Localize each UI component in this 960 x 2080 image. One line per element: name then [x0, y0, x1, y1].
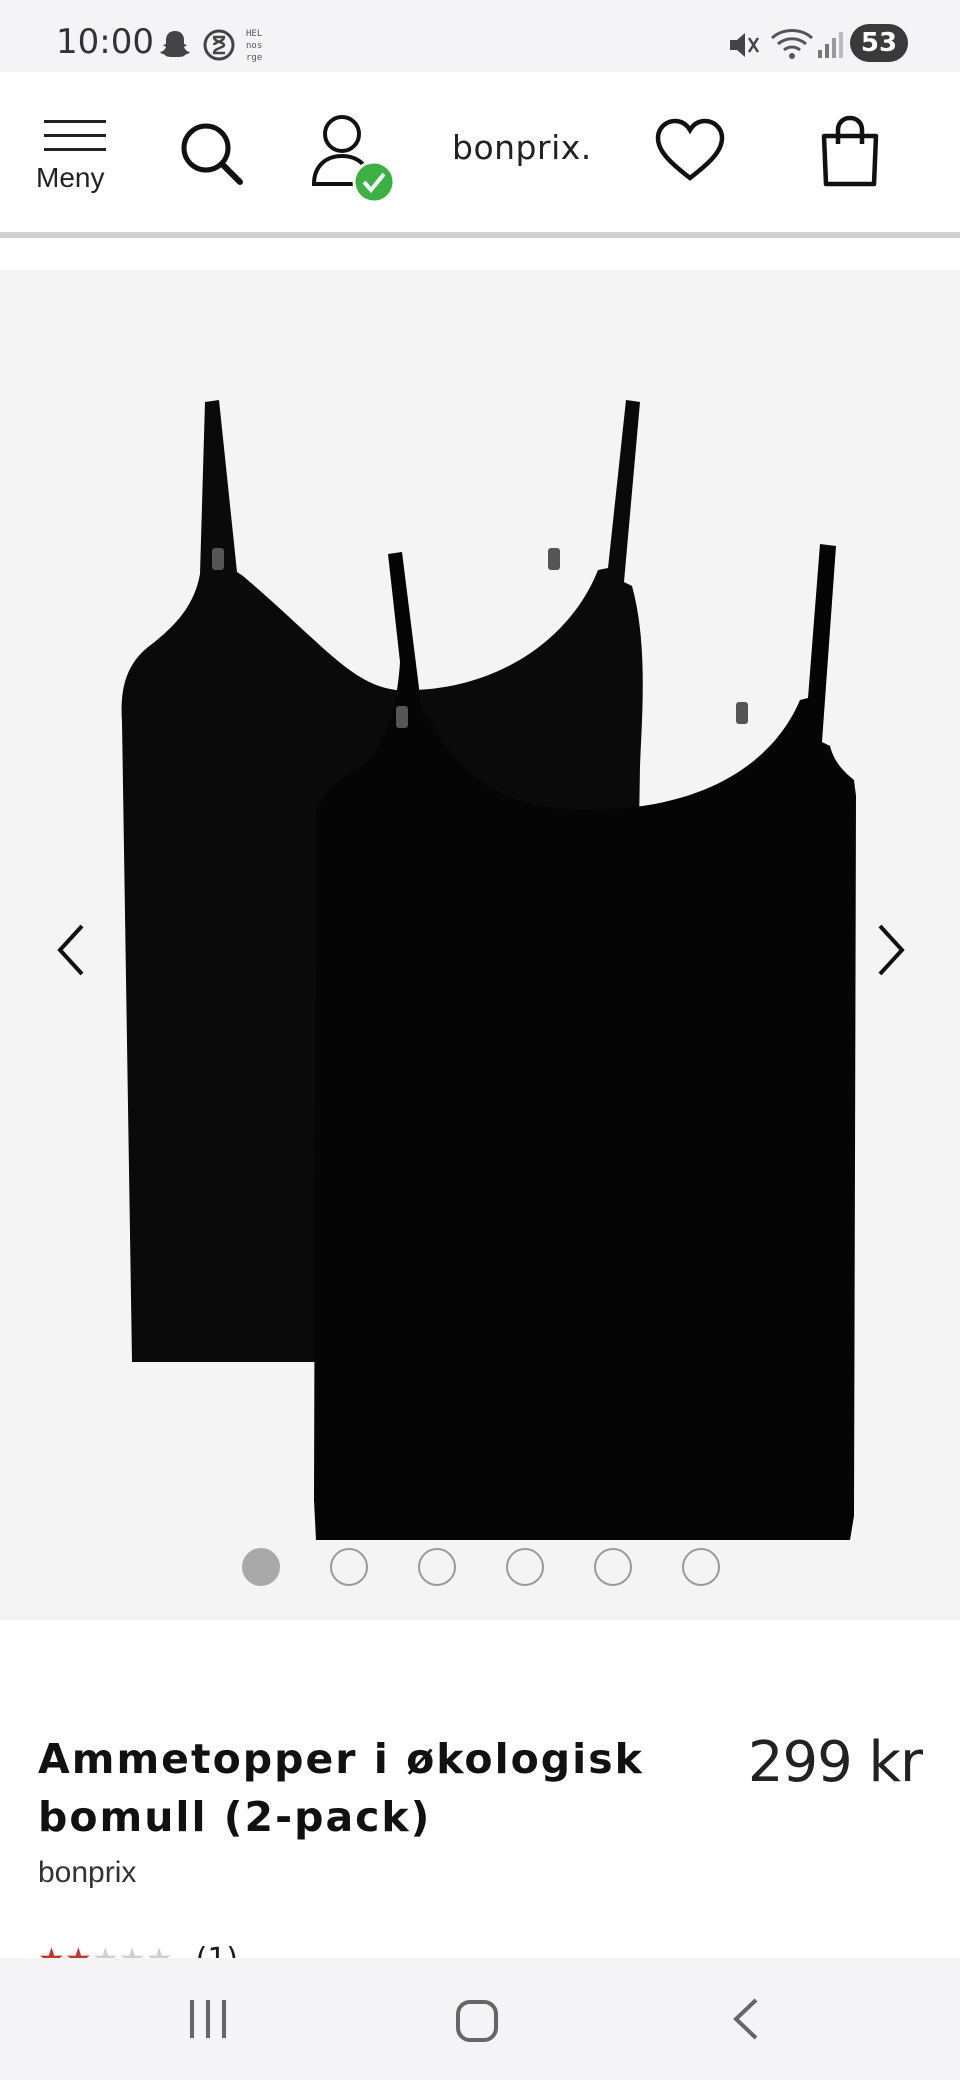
product-image[interactable]	[0, 270, 960, 1620]
system-nav-bar	[0, 1958, 960, 2080]
chevron-left-icon[interactable]	[52, 920, 92, 980]
gallery-dot[interactable]	[594, 1548, 632, 1586]
heart-nrk-icon: HEL nos rge	[246, 29, 262, 63]
gallery-dot[interactable]	[506, 1548, 544, 1586]
gallery-dot[interactable]	[682, 1548, 720, 1586]
gallery-pagination	[0, 1548, 960, 1588]
search-icon[interactable]	[176, 118, 246, 188]
gallery-dot[interactable]	[242, 1548, 280, 1586]
gallery-dot[interactable]	[330, 1548, 368, 1586]
bonprix-logo[interactable]: bonprix.	[452, 128, 592, 167]
recent-apps-icon[interactable]	[186, 1994, 232, 2044]
chevron-right-icon[interactable]	[870, 920, 910, 980]
svg-text:HEL: HEL	[246, 29, 262, 39]
wishlist-heart-icon[interactable]	[654, 118, 726, 182]
status-bar: 10:00 HEL nos rge 53	[0, 0, 960, 72]
home-icon[interactable]	[452, 1996, 502, 2046]
wifi-icon	[770, 29, 814, 59]
status-time: 10:00	[56, 22, 154, 62]
svg-text:rge: rge	[246, 53, 262, 63]
product-price: 299 kr	[747, 1730, 923, 1795]
gallery-dot[interactable]	[418, 1548, 456, 1586]
hourglass-icon	[203, 29, 235, 61]
product-image-gallery[interactable]	[0, 270, 960, 1620]
battery-level: 53	[850, 24, 908, 62]
snapchat-icon	[160, 31, 190, 57]
account-button[interactable]	[310, 112, 400, 204]
svg-text:nos: nos	[246, 41, 262, 51]
signal-icon	[818, 32, 843, 58]
menu-label[interactable]: Meny	[36, 162, 104, 194]
product-title: Ammetopper i økologisk bomull (2-pack)	[38, 1735, 644, 1841]
back-icon[interactable]	[726, 1994, 766, 2044]
logged-in-check-icon	[352, 160, 396, 204]
mute-icon	[730, 33, 760, 57]
menu-icon	[44, 120, 106, 151]
product-brand[interactable]: bonprix	[38, 1856, 136, 1890]
shopping-bag-icon[interactable]	[818, 114, 882, 188]
header-divider	[0, 232, 960, 238]
